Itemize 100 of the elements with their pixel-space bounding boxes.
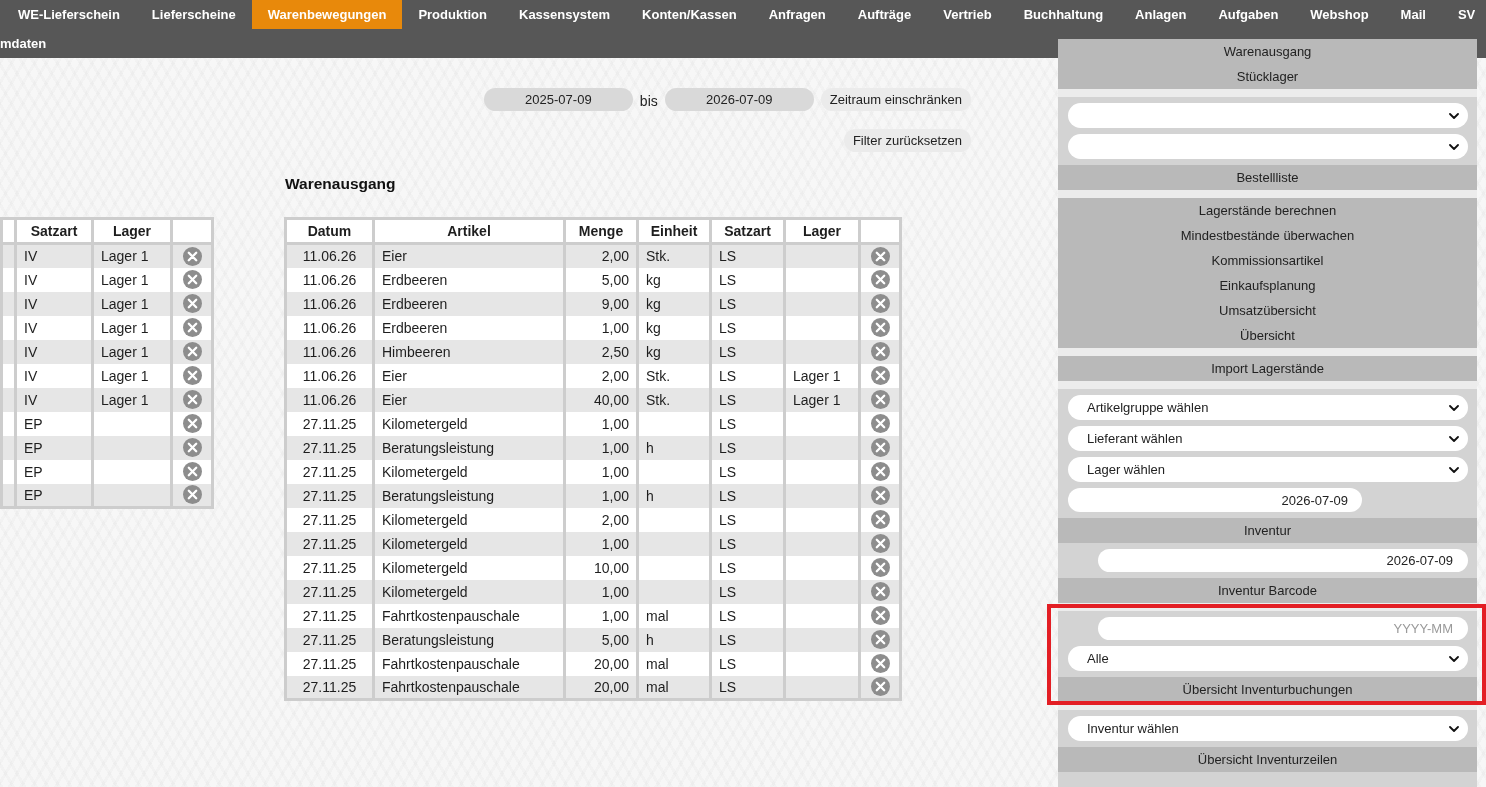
x-circle-icon[interactable] xyxy=(182,246,202,266)
table-cell: Beratungsleistung xyxy=(382,486,495,505)
x-circle-icon[interactable] xyxy=(870,270,890,289)
sidebar-button[interactable]: Übersicht Inventurzeilen xyxy=(1058,747,1477,772)
x-circle-icon[interactable] xyxy=(870,606,890,625)
select-field[interactable] xyxy=(1068,103,1468,128)
x-circle-icon[interactable] xyxy=(870,366,890,385)
sidebar-link[interactable]: Mindestbestände überwachen xyxy=(1058,223,1477,248)
chevron-down-icon xyxy=(1449,435,1459,442)
table-cell: EP xyxy=(24,462,43,481)
x-circle-icon[interactable] xyxy=(182,438,202,457)
x-circle-icon[interactable] xyxy=(182,366,202,385)
table-cell: 20,00 xyxy=(593,677,629,696)
table-cell: LS xyxy=(719,414,737,433)
table-cell: 27.11.25 xyxy=(302,654,357,673)
x-circle-icon[interactable] xyxy=(870,246,890,266)
table-cell: LS xyxy=(719,438,737,457)
nav-tab[interactable]: Konten/Kassen xyxy=(626,0,753,29)
nav-tab[interactable]: WE-Lieferschein xyxy=(2,0,136,29)
x-circle-icon[interactable] xyxy=(870,630,890,649)
table-cell: Beratungsleistung xyxy=(382,438,495,457)
nav-tab[interactable]: Vertrieb xyxy=(927,0,1008,29)
nav-tab[interactable]: Anfragen xyxy=(752,0,842,29)
x-circle-icon[interactable] xyxy=(870,390,890,409)
nav-tab[interactable]: Mail xyxy=(1384,0,1442,29)
sidebar-button[interactable]: Übersicht Inventurbuchungen xyxy=(1058,677,1477,702)
sidebar-link[interactable]: Übersicht xyxy=(1058,323,1477,348)
sidebar-link[interactable]: Stücklager xyxy=(1058,64,1477,89)
table-cell: Erdbeeren xyxy=(382,294,448,313)
nav-tab[interactable]: Buchhaltung xyxy=(1007,0,1120,29)
x-circle-icon[interactable] xyxy=(870,414,890,433)
chevron-down-icon xyxy=(1449,725,1459,732)
x-circle-icon[interactable] xyxy=(870,318,890,337)
sidebar-link[interactable]: Kommissionsartikel xyxy=(1058,248,1477,273)
table-cell: 11.06.26 xyxy=(302,270,357,289)
input-field[interactable]: 2026-07-09 xyxy=(1098,549,1468,572)
select-field[interactable] xyxy=(1068,134,1468,159)
table-cell: LS xyxy=(719,462,737,481)
x-circle-icon[interactable] xyxy=(870,438,890,457)
x-circle-icon[interactable] xyxy=(870,558,890,577)
sidebar-button[interactable]: Bestellliste xyxy=(1058,165,1477,190)
nav-tab[interactable]: Lieferscheine xyxy=(135,0,252,29)
x-circle-icon[interactable] xyxy=(182,342,202,361)
table-cell: Beratungsleistung xyxy=(382,630,495,649)
sidebar-button[interactable]: Inventur Barcode xyxy=(1058,578,1477,603)
table-cell: IV xyxy=(24,270,38,289)
select-field[interactable]: Alle xyxy=(1068,646,1468,671)
chevron-down-icon xyxy=(1449,404,1459,411)
sidebar-link[interactable]: Lagerstände berechnen xyxy=(1058,198,1477,223)
sidebar-button[interactable]: Import Lagerstände xyxy=(1058,356,1477,381)
date-field[interactable]: 2025-07-09 xyxy=(483,88,633,111)
x-circle-icon[interactable] xyxy=(870,510,890,529)
table-cell: Lager 1 xyxy=(101,342,149,361)
table-cell: 1,00 xyxy=(601,414,629,433)
x-circle-icon[interactable] xyxy=(182,270,202,289)
x-circle-icon[interactable] xyxy=(182,294,202,313)
nav-tab[interactable]: Aufträge xyxy=(841,0,928,29)
nav-tab[interactable]: mdaten xyxy=(0,29,63,58)
date-field[interactable]: 2026-07-09 xyxy=(664,88,814,111)
input-field[interactable]: YYYY-MM xyxy=(1098,617,1468,640)
column-header: Satzart xyxy=(710,218,785,244)
x-circle-icon[interactable] xyxy=(870,294,890,313)
table-cell: mal xyxy=(646,654,669,673)
table-cell: h xyxy=(646,486,654,505)
nav-tab[interactable]: Webshop xyxy=(1294,0,1385,29)
x-circle-icon[interactable] xyxy=(182,318,202,337)
table-cell: LS xyxy=(719,366,737,385)
sidebar-link[interactable]: Umsatzübersicht xyxy=(1058,298,1477,323)
nav-tab[interactable]: SV xyxy=(1441,0,1486,29)
x-circle-icon[interactable] xyxy=(870,486,890,505)
nav-tab[interactable]: Kassensystem xyxy=(503,0,627,29)
x-circle-icon[interactable] xyxy=(182,462,202,481)
x-circle-icon[interactable] xyxy=(182,485,202,505)
x-circle-icon[interactable] xyxy=(182,414,202,433)
nav-tab[interactable]: Produktion xyxy=(402,0,503,29)
sidebar-button[interactable]: Inventur xyxy=(1058,518,1477,543)
table-cell: LS xyxy=(719,390,737,409)
sidebar-link[interactable]: Warenausgang xyxy=(1058,39,1477,64)
date-field[interactable]: 2026-07-09 xyxy=(1068,488,1362,512)
reset-button[interactable]: Filter zurücksetzen xyxy=(843,129,971,152)
table-cell: 11.06.26 xyxy=(302,318,357,337)
x-circle-icon[interactable] xyxy=(870,677,890,697)
nav-tab[interactable]: Anlagen xyxy=(1119,0,1203,29)
nav-tab[interactable]: Aufgaben xyxy=(1202,0,1295,29)
x-circle-icon[interactable] xyxy=(870,654,890,673)
select-field[interactable]: Lieferant wählen xyxy=(1068,426,1468,451)
table-cell: 11.06.26 xyxy=(302,366,357,385)
x-circle-icon[interactable] xyxy=(870,582,890,601)
x-circle-icon[interactable] xyxy=(870,462,890,481)
x-circle-icon[interactable] xyxy=(870,534,890,553)
x-circle-icon[interactable] xyxy=(182,390,202,409)
x-circle-icon[interactable] xyxy=(870,342,890,361)
table-cell: 27.11.25 xyxy=(302,438,357,457)
apply-button[interactable]: Zeitraum einschränken xyxy=(820,88,971,111)
select-field[interactable]: Inventur wählen xyxy=(1068,716,1468,741)
table-cell: IV xyxy=(24,294,38,313)
select-field[interactable]: Artikelgruppe wählen xyxy=(1068,395,1468,420)
select-field[interactable]: Lager wählen xyxy=(1068,457,1468,482)
table-cell: LS xyxy=(719,247,737,266)
sidebar-link[interactable]: Einkaufsplanung xyxy=(1058,273,1477,298)
